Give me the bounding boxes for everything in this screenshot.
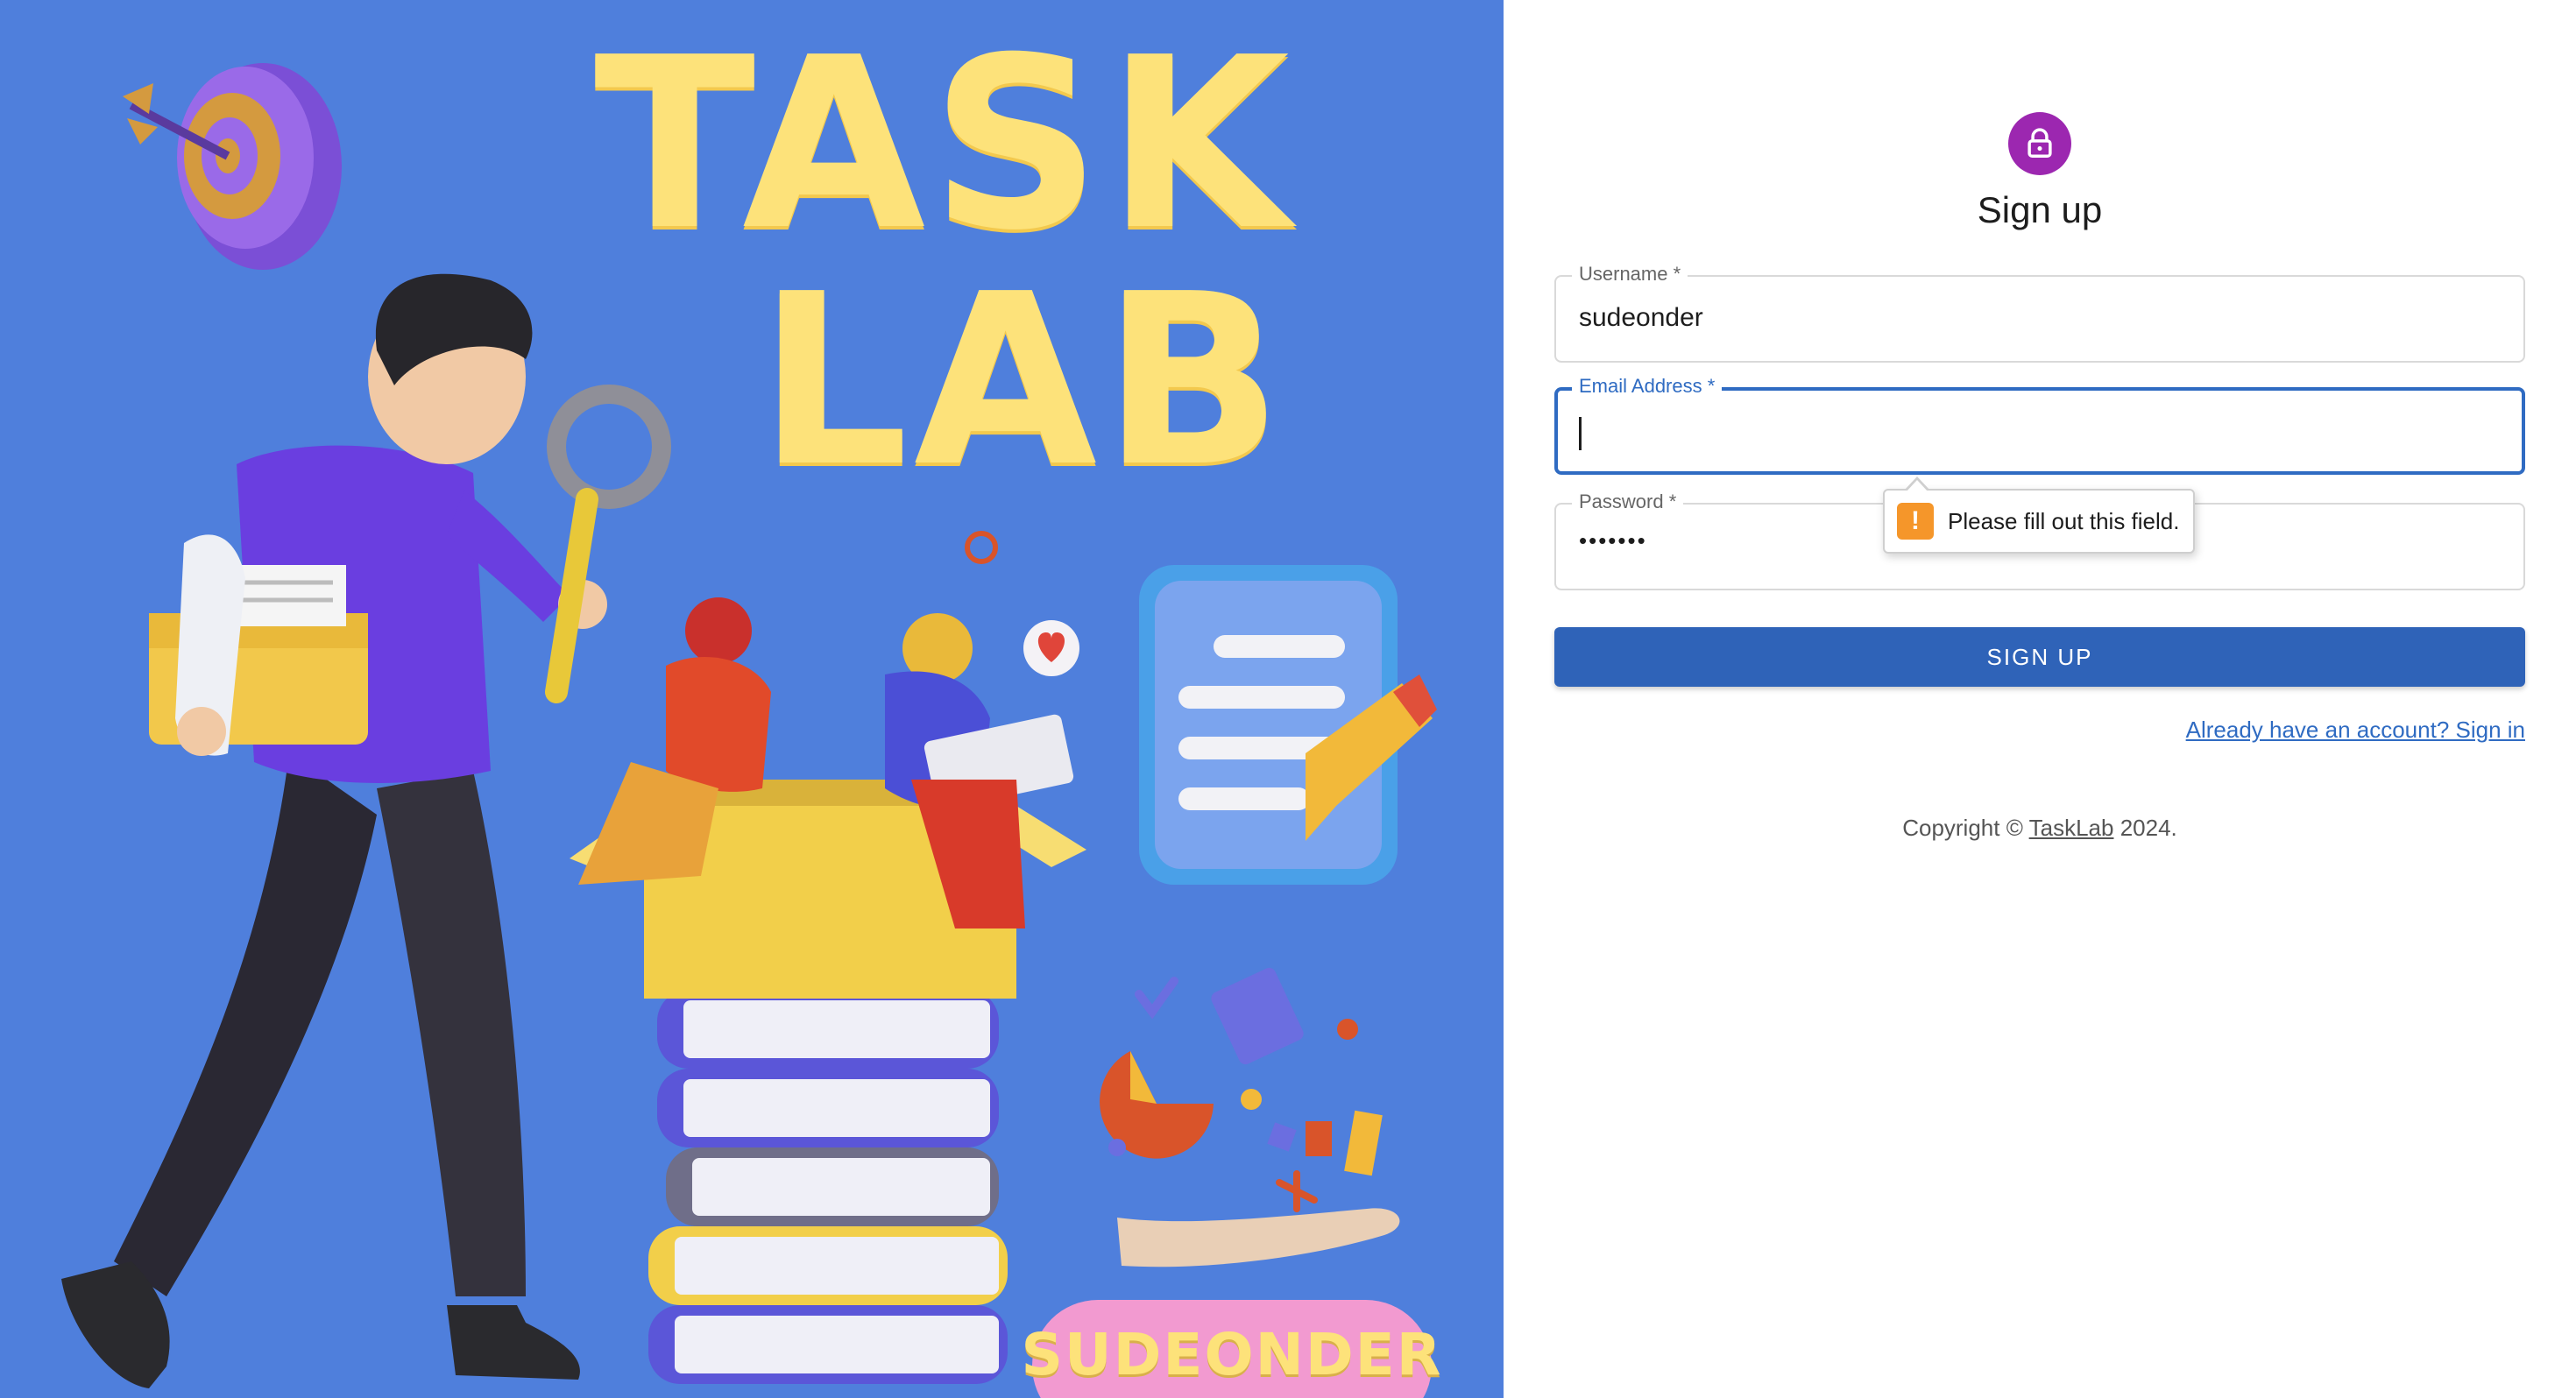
- password-label: Password *: [1572, 491, 1684, 513]
- brand-link[interactable]: TaskLab: [2029, 815, 2114, 841]
- sign-in-link[interactable]: Already have an account? Sign in: [2186, 717, 2525, 744]
- author-badge: SUDEONDER: [1021, 1300, 1441, 1398]
- username-field[interactable]: Username * sudeonder: [1554, 263, 2525, 363]
- warning-icon: !: [1897, 503, 1934, 540]
- hero-illustration: TASK LAB SUDEONDER: [0, 0, 1504, 1398]
- copyright-prefix: Copyright ©: [1902, 815, 2023, 841]
- person-illustration: [61, 273, 671, 1388]
- email-label: Email Address *: [1572, 375, 1723, 398]
- hero-title-task: TASK: [594, 6, 1295, 282]
- signup-form: Sign up Username * sudeonder Email Addre…: [1504, 0, 2576, 1398]
- text-caret: [1579, 417, 1582, 450]
- heart-icon: [1023, 620, 1079, 676]
- page-title: Sign up: [1977, 189, 2103, 230]
- target-icon: [123, 63, 342, 270]
- email-field[interactable]: Email Address *: [1554, 375, 2525, 475]
- author-badge-label: SUDEONDER: [1021, 1321, 1443, 1388]
- lock-icon: [2028, 128, 2052, 158]
- validation-tooltip: ! Please fill out this field.: [1883, 477, 2195, 554]
- username-value[interactable]: sudeonder: [1579, 303, 1703, 333]
- books-illustration: [648, 990, 1008, 1384]
- validation-message: Please fill out this field.: [1948, 507, 2180, 534]
- password-value[interactable]: •••••••: [1579, 527, 1647, 554]
- clipboard-illustration: [1139, 565, 1437, 885]
- sign-up-button[interactable]: SIGN UP: [1554, 627, 2525, 687]
- lock-avatar: [2008, 112, 2071, 175]
- hero-title-lab: LAB: [758, 243, 1288, 519]
- copyright-suffix: 2024.: [2120, 815, 2177, 841]
- copyright: Copyright © TaskLab 2024.: [1504, 815, 2576, 842]
- username-label: Username *: [1572, 263, 1688, 286]
